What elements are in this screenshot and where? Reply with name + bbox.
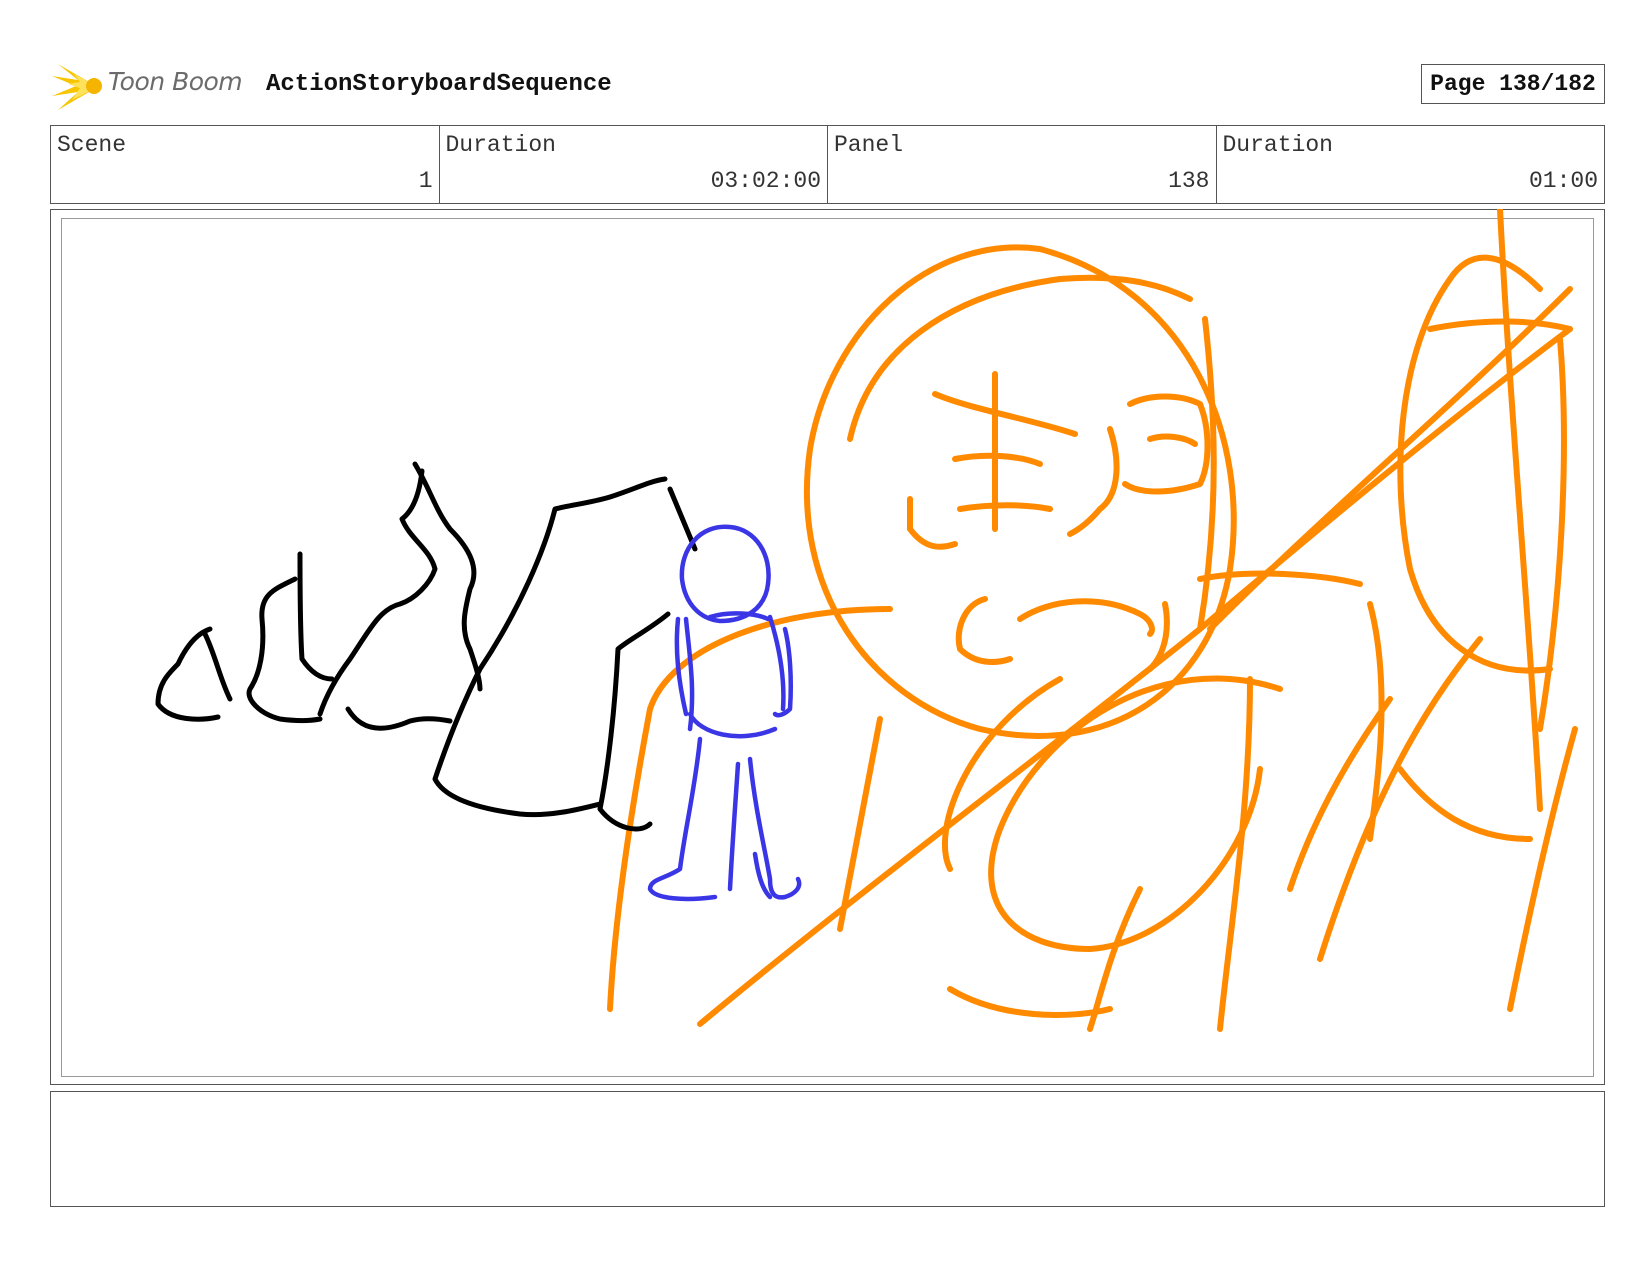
toon-boom-logo: Toon Boom [50,58,250,114]
scene-label: Scene [57,132,127,158]
panel-duration-value: 01:00 [1528,168,1598,194]
rock-formation-sketch [155,461,698,832]
astronaut-figure-sketch [647,524,802,902]
scene-duration-label: Duration [445,132,556,158]
panel-cell: Panel 138 [828,126,1217,203]
scene-cell: Scene 1 [51,126,440,203]
logo-text: Toon Boom [108,67,243,96]
scene-duration-cell: Duration 03:02:00 [440,126,828,203]
panel-notes-box[interactable] [50,1091,1605,1207]
page-header: Toon Boom ActionStoryboardSequence Page … [50,58,1605,114]
info-table: Scene 1 Duration 03:02:00 Panel 138 Dura… [50,125,1605,204]
scene-duration-value: 03:02:00 [710,168,821,194]
sequence-title: ActionStoryboardSequence [266,71,612,98]
panel-sketch [155,209,1578,1032]
panel-value: 138 [1168,168,1210,194]
orange-character-sketch [607,209,1578,1032]
scene-value: 1 [418,168,433,194]
panel-label: Panel [834,132,904,158]
panel-duration-cell: Duration 01:00 [1217,126,1605,203]
panel-duration-label: Duration [1222,132,1333,158]
starburst-icon [52,64,102,110]
page-number-box: Page 138/182 [1421,64,1605,104]
